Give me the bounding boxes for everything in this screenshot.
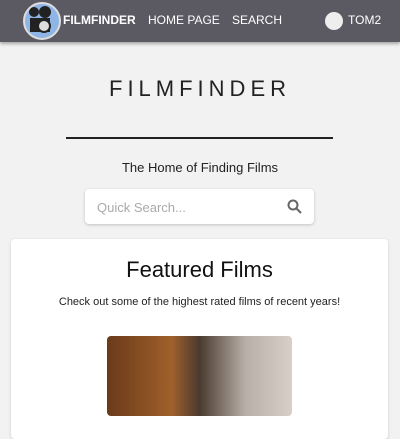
quick-search-input[interactable]: Quick Search...: [85, 189, 314, 224]
user-menu-link[interactable]: TOM2: [348, 13, 381, 27]
tagline: The Home of Finding Films: [121, 160, 279, 175]
nav-search-link[interactable]: SEARCH: [232, 13, 282, 27]
featured-title: Featured Films: [126, 257, 273, 282]
user-avatar-icon[interactable]: [325, 12, 343, 30]
featured-film-image[interactable]: [107, 336, 292, 416]
brand-link[interactable]: FILMFINDER: [63, 13, 136, 27]
navbar: FILMFINDER HOME PAGE SEARCH TOM2: [0, 0, 400, 42]
search-icon[interactable]: [287, 199, 302, 214]
featured-films-card: Featured Films Check out some of the hig…: [11, 239, 388, 439]
page-title: FILMFINDER: [109, 76, 291, 101]
featured-description: Check out some of the highest rated film…: [58, 296, 341, 308]
search-placeholder: Quick Search...: [97, 200, 186, 215]
divider: [66, 137, 333, 139]
nav-home-link[interactable]: HOME PAGE: [148, 13, 220, 27]
camera-logo-icon[interactable]: [23, 2, 61, 40]
